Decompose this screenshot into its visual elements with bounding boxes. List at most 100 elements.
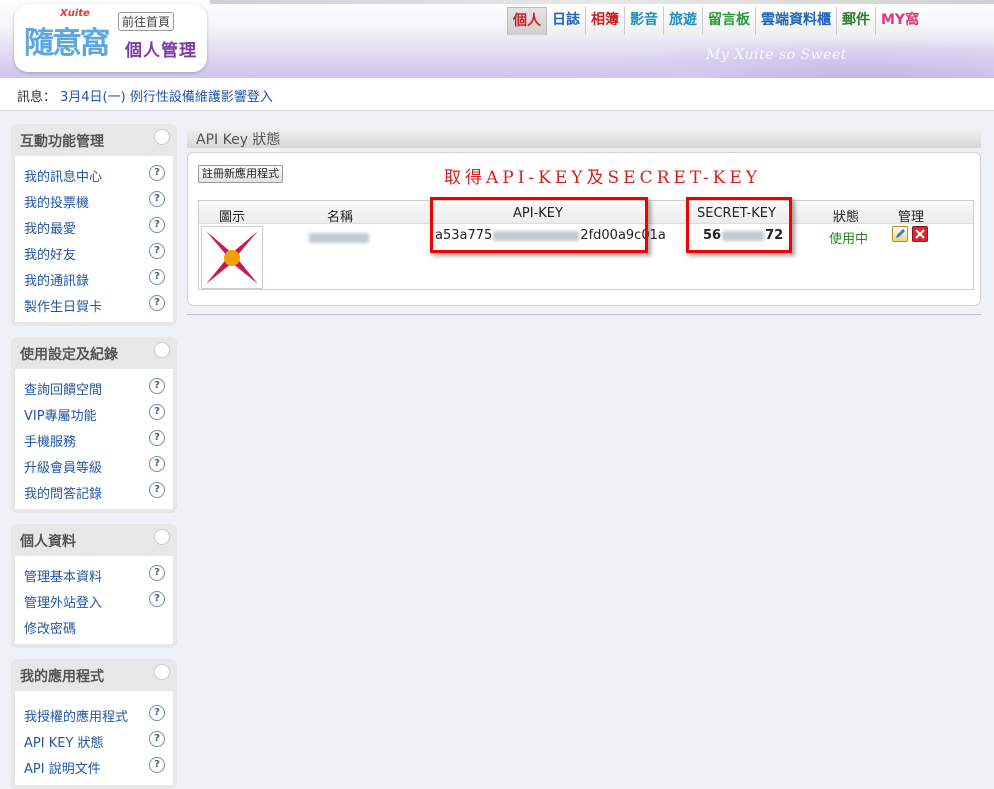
help-icon[interactable]: ? bbox=[149, 295, 165, 311]
sidebar-section-header: 個人資料 bbox=[11, 524, 177, 556]
sidebar-item[interactable]: API KEY 狀態? bbox=[24, 727, 167, 753]
page-title: API Key 狀態 bbox=[196, 132, 281, 148]
help-icon[interactable]: ? bbox=[149, 378, 165, 394]
sidebar-item-label: 升級會員等級 bbox=[24, 461, 103, 476]
section-toggle-icon[interactable] bbox=[154, 129, 170, 145]
section-toggle-icon[interactable] bbox=[154, 664, 170, 680]
highlight-secret-key bbox=[686, 197, 792, 253]
sidebar-item-label: 我的問答記錄 bbox=[24, 487, 103, 502]
sidebar-section-title: 個人資料 bbox=[20, 534, 76, 550]
nav-tab-cloud[interactable]: 雲端資料櫃 bbox=[756, 7, 837, 35]
sidebar-item-label: 我授權的應用程式 bbox=[24, 710, 129, 725]
help-icon[interactable]: ? bbox=[149, 456, 165, 472]
help-icon[interactable]: ? bbox=[149, 482, 165, 498]
sidebar-item[interactable]: VIP專屬功能? bbox=[24, 400, 167, 426]
sidebar-item-label: 我的好友 bbox=[24, 248, 77, 263]
logo-subtitle: 個人管理 bbox=[125, 41, 197, 61]
sidebar-item-label: 我的訊息中心 bbox=[24, 170, 103, 185]
site-logo[interactable]: Xuite 隨意窩 前往首頁 個人管理 bbox=[14, 4, 207, 72]
nav-tab-mail[interactable]: 郵件 bbox=[837, 7, 876, 35]
sidebar-item-label: 製作生日賀卡 bbox=[24, 300, 103, 315]
help-icon[interactable]: ? bbox=[149, 705, 165, 721]
sidebar-item[interactable]: 手機服務? bbox=[24, 426, 167, 452]
app-name-redacted bbox=[309, 230, 369, 245]
sidebar-item[interactable]: 我的投票機? bbox=[24, 187, 167, 213]
sidebar-item[interactable]: 修改密碼 bbox=[24, 613, 167, 639]
help-icon[interactable]: ? bbox=[149, 565, 165, 581]
sidebar-item[interactable]: 製作生日賀卡? bbox=[24, 291, 167, 317]
status-badge: 使用中 bbox=[829, 232, 869, 247]
sidebar-item[interactable]: 查詢回饋空間? bbox=[24, 374, 167, 400]
banner-top-line bbox=[210, 0, 994, 4]
app-logo-icon bbox=[206, 231, 258, 284]
sidebar-item[interactable]: 我的好友? bbox=[24, 239, 167, 265]
sidebar-item[interactable]: 升級會員等級? bbox=[24, 452, 167, 478]
help-icon[interactable]: ? bbox=[149, 757, 165, 773]
col-icon: 圖示 bbox=[219, 210, 246, 225]
sidebar-item[interactable]: 我授權的應用程式? bbox=[24, 701, 167, 727]
sidebar-item[interactable]: 管理基本資料? bbox=[24, 561, 167, 587]
sidebar-item-label: API KEY 狀態 bbox=[24, 736, 104, 751]
help-icon[interactable]: ? bbox=[149, 191, 165, 207]
api-key-panel: 註冊新應用程式 取得API-KEY及SECRET-KEY 圖示 名稱 API-K… bbox=[187, 152, 981, 306]
message-bar: 訊息： 3月4日(一) 例行性設備維護影響登入 bbox=[0, 78, 994, 111]
main-nav: 個人 日誌 相簿 影音 旅遊 留言板 雲端資料櫃 郵件 MY窩 bbox=[507, 7, 925, 35]
sidebar-item[interactable]: 我的訊息中心? bbox=[24, 161, 167, 187]
sidebar-section-body: 我的訊息中心? 我的投票機? 我的最愛? 我的好友? 我的通訊錄? 製作生日賀卡… bbox=[15, 156, 173, 322]
sidebar-section-profile: 個人資料 管理基本資料? 管理外站登入? 修改密碼 bbox=[11, 524, 177, 648]
sidebar-item-label: 手機服務 bbox=[24, 435, 77, 450]
help-icon[interactable]: ? bbox=[149, 243, 165, 259]
col-manage: 管理 bbox=[898, 210, 925, 225]
sidebar-item-label: 查詢回饋空間 bbox=[24, 383, 103, 398]
sidebar-section-settings: 使用設定及紀錄 查詢回饋空間? VIP專屬功能? 手機服務? 升級會員等級? 我… bbox=[11, 337, 177, 513]
help-icon[interactable]: ? bbox=[149, 591, 165, 607]
col-status: 狀態 bbox=[833, 210, 860, 225]
help-icon[interactable]: ? bbox=[149, 269, 165, 285]
sidebar-item-label: 修改密碼 bbox=[24, 622, 77, 637]
sidebar-item-label: 我的投票機 bbox=[24, 196, 90, 211]
sidebar-item-label: 管理基本資料 bbox=[24, 570, 103, 585]
message-label: 訊息： bbox=[17, 90, 57, 105]
sidebar-item[interactable]: API 說明文件? bbox=[24, 753, 167, 779]
sidebar-item[interactable]: 管理外站登入? bbox=[24, 587, 167, 613]
sidebar-section-apps: 我的應用程式 我授權的應用程式? API KEY 狀態? API 說明文件? bbox=[11, 659, 177, 789]
help-icon[interactable]: ? bbox=[149, 430, 165, 446]
highlight-api-key bbox=[430, 197, 648, 253]
sidebar-section-title: 我的應用程式 bbox=[20, 669, 104, 685]
nav-tab-blog[interactable]: 日誌 bbox=[547, 7, 586, 35]
sidebar-section-header: 我的應用程式 bbox=[11, 659, 177, 691]
sidebar-item[interactable]: 我的問答記錄? bbox=[24, 478, 167, 504]
sidebar-item[interactable]: 我的最愛? bbox=[24, 213, 167, 239]
sidebar-section-body: 查詢回饋空間? VIP專屬功能? 手機服務? 升級會員等級? 我的問答記錄? bbox=[15, 369, 173, 509]
sidebar-item[interactable]: 我的通訊錄? bbox=[24, 265, 167, 291]
help-icon[interactable]: ? bbox=[149, 217, 165, 233]
sidebar-section-header: 互動功能管理 bbox=[11, 124, 177, 156]
register-app-button[interactable]: 註冊新應用程式 bbox=[198, 165, 283, 183]
logo-title: 隨意窩 bbox=[24, 26, 110, 61]
help-icon[interactable]: ? bbox=[149, 165, 165, 181]
nav-tab-guestbook[interactable]: 留言板 bbox=[703, 7, 756, 35]
app-icon bbox=[201, 226, 263, 289]
sidebar-section-interactive: 互動功能管理 我的訊息中心? 我的投票機? 我的最愛? 我的好友? 我的通訊錄?… bbox=[11, 124, 177, 326]
sidebar-item-label: VIP專屬功能 bbox=[24, 409, 97, 424]
nav-tab-travel[interactable]: 旅遊 bbox=[664, 7, 703, 35]
help-icon[interactable]: ? bbox=[149, 731, 165, 747]
home-link[interactable]: 前往首頁 bbox=[118, 12, 175, 31]
nav-tab-album[interactable]: 相簿 bbox=[586, 7, 625, 35]
col-name: 名稱 bbox=[327, 210, 354, 225]
sidebar-section-title: 使用設定及紀錄 bbox=[20, 347, 118, 363]
nav-tab-personal[interactable]: 個人 bbox=[507, 7, 547, 35]
edit-icon[interactable] bbox=[892, 226, 908, 242]
nav-tab-video[interactable]: 影音 bbox=[625, 7, 664, 35]
help-icon[interactable]: ? bbox=[149, 404, 165, 420]
sidebar-item-label: 管理外站登入 bbox=[24, 596, 103, 611]
banner-slogan: My Xuite so Sweet bbox=[706, 47, 847, 63]
section-toggle-icon[interactable] bbox=[154, 342, 170, 358]
message-link[interactable]: 3月4日(一) 例行性設備維護影響登入 bbox=[60, 86, 273, 105]
section-toggle-icon[interactable] bbox=[154, 529, 170, 545]
sidebar-section-body: 管理基本資料? 管理外站登入? 修改密碼 bbox=[15, 556, 173, 644]
sidebar-section-body: 我授權的應用程式? API KEY 狀態? API 說明文件? bbox=[15, 691, 173, 785]
delete-icon[interactable] bbox=[912, 226, 928, 242]
nav-tab-mywo[interactable]: MY窩 bbox=[876, 7, 925, 35]
sidebar-section-title: 互動功能管理 bbox=[20, 134, 104, 150]
